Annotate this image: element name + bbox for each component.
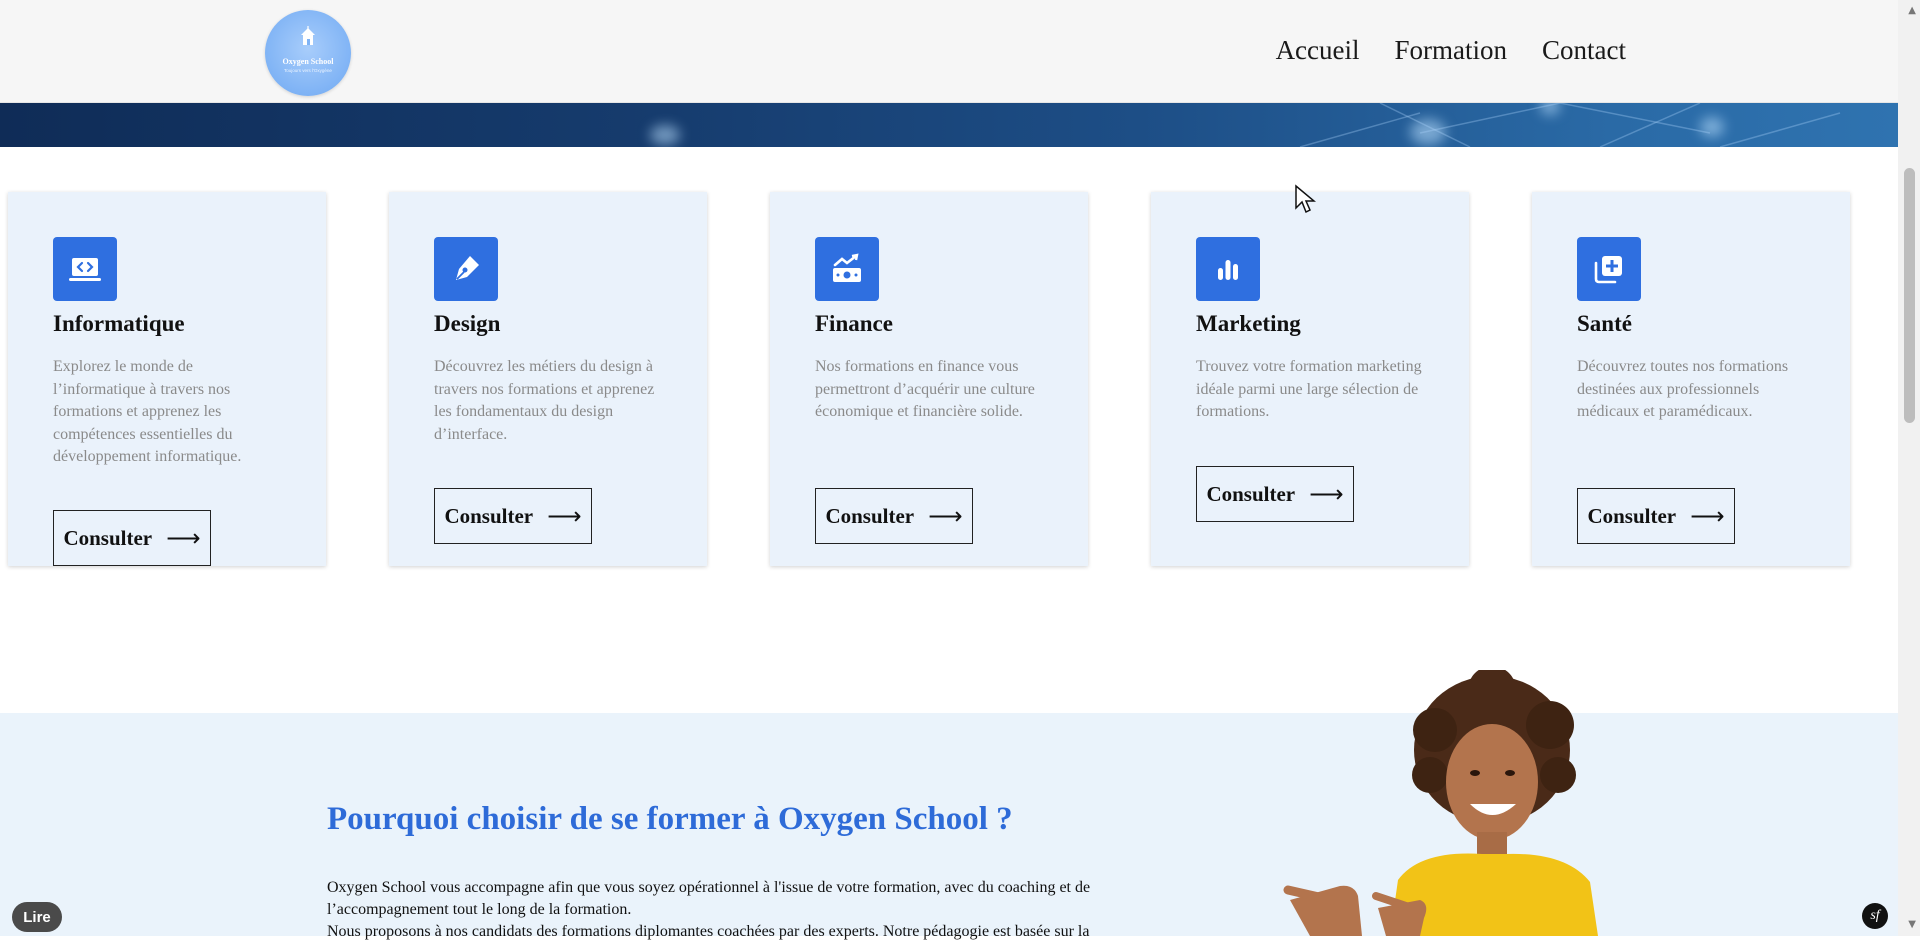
scroll-up-icon[interactable]: ▲ (1908, 5, 1916, 16)
main-nav: Accueil Formation Contact (1276, 35, 1626, 66)
logo-subtitle: Toujours vers l'Oxygène (284, 68, 332, 73)
consulter-button[interactable]: Consulter ⟶ (1196, 466, 1354, 522)
scroll-down-icon[interactable]: ▼ (1908, 919, 1916, 930)
card-title: Informatique (53, 311, 185, 336)
arrow-right-icon: ⟶ (166, 524, 201, 552)
arrow-right-icon: ⟶ (1309, 480, 1344, 508)
medical-plus-icon (1577, 237, 1641, 301)
code-laptop-icon (53, 237, 117, 301)
card-title: Santé (1577, 311, 1632, 336)
button-label: Consulter (444, 503, 534, 528)
consulter-button[interactable]: Consulter ⟶ (815, 488, 973, 544)
card-description: Découvrez les métiers du design à traver… (434, 358, 655, 443)
mouse-cursor-icon (1295, 184, 1316, 214)
formation-card-informatique: Informatique Explorez le monde de l’info… (8, 192, 326, 566)
arrow-right-icon: ⟶ (928, 502, 963, 530)
nav-link-contact[interactable]: Contact (1542, 35, 1626, 66)
page-scrollbar[interactable]: ▲ ▼ (1898, 0, 1920, 936)
consulter-button[interactable]: Consulter ⟶ (1577, 488, 1735, 544)
formation-card-sante: Santé Découvrez toutes nos formations de… (1532, 192, 1850, 566)
card-description: Explorez le monde de l’informatique à tr… (53, 358, 242, 465)
arrow-right-icon: ⟶ (547, 502, 582, 530)
section-paragraph: Oxygen School vous accompagne afin que v… (327, 879, 1091, 918)
card-description: Découvrez toutes nos formations destinée… (1577, 358, 1789, 420)
bar-chart-icon (1196, 237, 1260, 301)
school-house-icon (301, 26, 315, 45)
nav-link-accueil[interactable]: Accueil (1276, 35, 1360, 66)
arrow-right-icon: ⟶ (1690, 502, 1725, 530)
card-description: Trouvez votre formation marketing idéale… (1196, 358, 1422, 420)
card-title: Marketing (1196, 311, 1301, 336)
consulter-button[interactable]: Consulter ⟶ (53, 510, 211, 566)
card-title: Finance (815, 311, 893, 336)
money-growth-icon (815, 237, 879, 301)
section-heading: Pourquoi choisir de se former à Oxygen S… (327, 801, 1013, 837)
logo-title: Oxygen School (282, 57, 334, 66)
button-label: Consulter (1206, 481, 1296, 506)
hero-banner-image (0, 103, 1898, 147)
formation-card-marketing: Marketing Trouvez votre formation market… (1151, 192, 1469, 566)
smiling-student-photo (1283, 670, 1598, 936)
formation-card-design: Design Découvrez les métiers du design à… (389, 192, 707, 566)
scrollbar-thumb[interactable] (1904, 168, 1915, 423)
pen-nib-icon (434, 237, 498, 301)
network-lines-decoration (1299, 103, 1841, 147)
card-description: Nos formations en finance vous permettro… (815, 358, 1035, 420)
card-title: Design (434, 311, 501, 336)
consulter-button[interactable]: Consulter ⟶ (434, 488, 592, 544)
section-paragraph: Nous proposons à nos candidats des forma… (327, 923, 1090, 940)
button-label: Consulter (63, 525, 153, 550)
oxygen-school-logo[interactable]: Oxygen School Toujours vers l'Oxygène (265, 10, 351, 96)
button-label: Consulter (1587, 503, 1677, 528)
formation-card-finance: Finance Nos formations en finance vous p… (770, 192, 1088, 566)
site-header: Oxygen School Toujours vers l'Oxygène Ac… (0, 0, 1898, 103)
symfony-toolbar-icon[interactable]: sf (1862, 903, 1888, 929)
read-aloud-button[interactable]: Lire (12, 902, 62, 932)
button-label: Consulter (825, 503, 915, 528)
nav-link-formation[interactable]: Formation (1395, 35, 1508, 66)
